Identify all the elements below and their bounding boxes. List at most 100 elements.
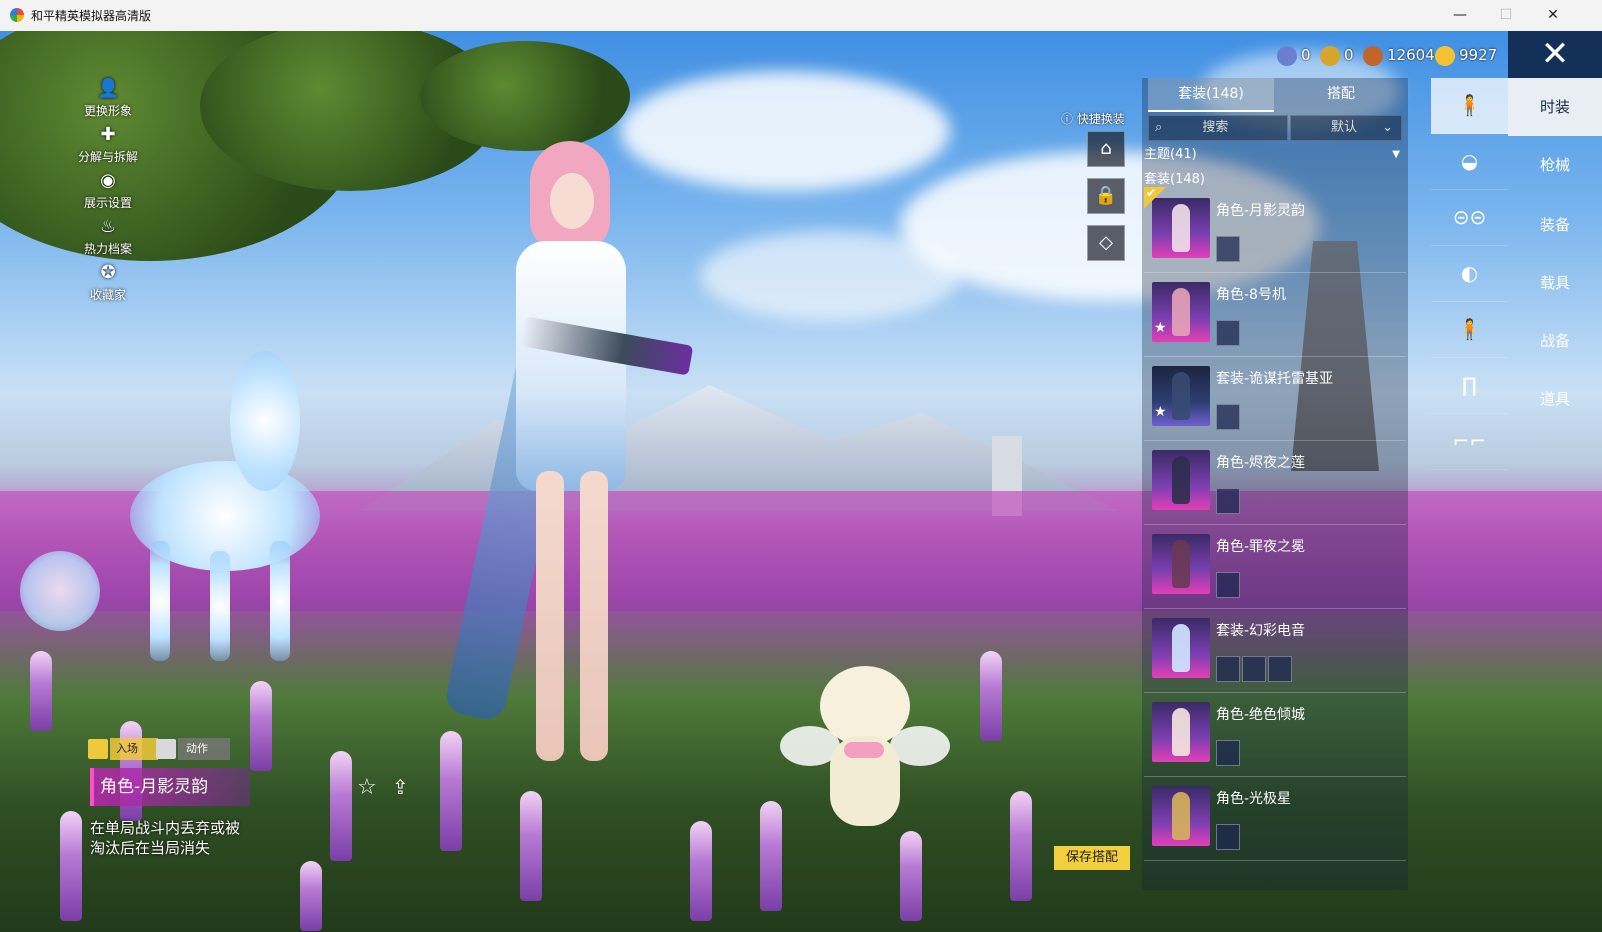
menu-label: 收藏家	[89, 288, 126, 302]
spirit-horse-pet	[20, 321, 340, 661]
outfit-label: 角色-烬夜之莲	[1216, 455, 1306, 471]
chevron-down-icon: ⌄	[1382, 120, 1393, 135]
currency-copper[interactable]: 12604	[1363, 44, 1435, 66]
outfit-part-thumb[interactable]	[1216, 656, 1240, 682]
outfit-thumbnail	[1152, 786, 1210, 846]
outfit-part-thumb[interactable]	[1216, 320, 1240, 346]
outfit-thumbnail	[1152, 618, 1210, 678]
outfit-thumbnail	[1152, 702, 1210, 762]
currency-globe[interactable]: 0	[1277, 44, 1311, 66]
decompose-button[interactable]: ✚ 分解与拆解	[68, 124, 148, 165]
category-items[interactable]: 道具	[1508, 370, 1602, 428]
puzzle-icon: ✚	[100, 124, 116, 145]
outfit-part-thumb[interactable]	[1242, 656, 1266, 682]
outfit-part-thumb[interactable]	[1216, 824, 1240, 850]
window-close-button[interactable]: ✕	[1530, 0, 1576, 31]
sets-count-label: 套装(148)	[1144, 172, 1205, 187]
heat-profile-button[interactable]: ♨ 热力档案	[68, 216, 148, 257]
menu-label: 热力档案	[83, 242, 132, 256]
window-titlebar: 和平精英模拟器高清版 — ☐ ✕	[0, 0, 1602, 32]
star-icon: ★	[1154, 404, 1167, 420]
cap-icon[interactable]: ◒	[1431, 134, 1508, 190]
copper-coin-icon	[1363, 45, 1383, 66]
outfit-part-thumb[interactable]	[1216, 572, 1240, 598]
outfit-item[interactable]: 角色-罪夜之冕	[1144, 528, 1406, 609]
action-button[interactable]: 动作	[178, 738, 230, 760]
category-equipment[interactable]: 装备	[1508, 196, 1602, 254]
currency-gold[interactable]: 0	[1320, 44, 1354, 66]
action-icon	[156, 739, 176, 759]
full-body-icon[interactable]: 🧍	[1431, 78, 1508, 134]
glasses-icon[interactable]: ⊝⊝	[1431, 190, 1508, 246]
diamond-slot-button[interactable]: ◇	[1087, 225, 1125, 261]
locked-slot-button[interactable]: 🔒	[1087, 178, 1125, 214]
quick-change-label[interactable]: ⓘ 快捷换装	[1061, 110, 1125, 127]
pants-icon[interactable]: ∏	[1431, 358, 1508, 414]
currency-value: 0	[1344, 46, 1354, 64]
share-icon[interactable]: ⇪	[392, 775, 409, 799]
shoes-icon[interactable]: ⌐⌐	[1431, 414, 1508, 470]
outfit-part-thumb[interactable]	[1216, 740, 1240, 766]
search-icon: ⌕	[1155, 120, 1163, 135]
category-fashion[interactable]: 时装	[1508, 78, 1602, 136]
outfit-item[interactable]: 角色-绝色倾城	[1144, 696, 1406, 777]
outfit-label: 角色-8号机	[1216, 287, 1286, 303]
display-settings-button[interactable]: ◉ 展示设置	[68, 170, 148, 211]
category-gear[interactable]: 战备	[1508, 312, 1602, 370]
outfit-label: 套装-诡谋托雷基亚	[1216, 371, 1334, 387]
outfit-thumbnail	[1152, 534, 1210, 594]
close-wardrobe-button[interactable]: ✕	[1508, 31, 1602, 79]
app-logo-icon	[10, 8, 24, 22]
face-mask-icon[interactable]: ◐	[1431, 246, 1508, 302]
outfit-tabs: 套装(148) 搭配	[1142, 78, 1408, 112]
item-description: 在单局战斗内丢弃或被 淘汰后在当局消失	[90, 818, 280, 858]
minimize-button[interactable]: —	[1437, 0, 1483, 31]
currency-value: 0	[1301, 46, 1311, 64]
eye-icon: ◉	[100, 170, 116, 191]
outfit-item[interactable]: ★ 套装-诡谋托雷基亚	[1144, 360, 1406, 441]
flame-icon: ♨	[99, 216, 117, 237]
star-icon: ★	[1154, 320, 1167, 336]
search-input[interactable]: ⌕ 搜索	[1148, 115, 1288, 141]
maximize-button[interactable]: ☐	[1483, 0, 1529, 31]
favorite-star-icon[interactable]: ☆	[357, 775, 377, 800]
category-vehicles[interactable]: 载具	[1508, 254, 1602, 312]
outfit-item[interactable]: ★ 角色-8号机	[1144, 276, 1406, 357]
outfit-item[interactable]: 角色-月影灵韵	[1144, 192, 1406, 273]
player-character	[442, 141, 716, 831]
outfit-part-thumb[interactable]	[1216, 236, 1240, 262]
outfit-hanger-button[interactable]: ⌂	[1087, 131, 1125, 167]
window-title: 和平精英模拟器高清版	[31, 9, 152, 23]
entry-button[interactable]: 入场	[110, 738, 158, 760]
change-appearance-button[interactable]: 👤 更换形象	[68, 78, 148, 119]
save-outfit-button[interactable]: 保存搭配	[1054, 846, 1130, 870]
quick-change-text: 快捷换装	[1076, 112, 1125, 126]
outfit-item[interactable]: 角色-光极星	[1144, 780, 1406, 861]
collector-badge-icon: ✪	[100, 262, 116, 283]
menu-label: 展示设置	[83, 196, 132, 210]
desc-line: 在单局战斗内丢弃或被	[90, 819, 241, 837]
outfit-item[interactable]: 套装-幻彩电音	[1144, 612, 1406, 693]
hanger-icon: ⌂	[1100, 138, 1112, 159]
outfit-label: 角色-罪夜之冕	[1216, 539, 1306, 555]
tab-match[interactable]: 搭配	[1278, 78, 1404, 110]
outfit-part-thumb[interactable]	[1216, 404, 1240, 430]
category-guns[interactable]: 枪械	[1508, 136, 1602, 194]
tab-sets[interactable]: 套装(148)	[1148, 78, 1274, 112]
person-icon: 👤	[97, 78, 120, 99]
outfit-thumbnail	[1152, 198, 1210, 258]
sort-select[interactable]: 默认 ⌄	[1290, 115, 1402, 141]
lock-icon: 🔒	[1094, 185, 1118, 206]
globe-coin-icon	[1277, 45, 1297, 66]
category-nav: 时装 枪械 装备 载具 战备 道具	[1508, 78, 1602, 442]
outfit-item[interactable]: 角色-烬夜之莲	[1144, 444, 1406, 525]
currency-yellow[interactable]: 9927	[1435, 44, 1497, 66]
theme-filter[interactable]: 主题(41) ▼	[1144, 145, 1406, 165]
collector-button[interactable]: ✪ 收藏家	[68, 262, 148, 303]
plush-bear-pet	[780, 646, 950, 836]
outfit-part-thumb[interactable]	[1216, 488, 1240, 514]
outfit-label: 角色-绝色倾城	[1216, 707, 1306, 723]
top-wear-icon[interactable]: 🧍	[1431, 302, 1508, 358]
check-icon: ✔	[1146, 186, 1157, 200]
outfit-part-thumb[interactable]	[1268, 656, 1292, 682]
